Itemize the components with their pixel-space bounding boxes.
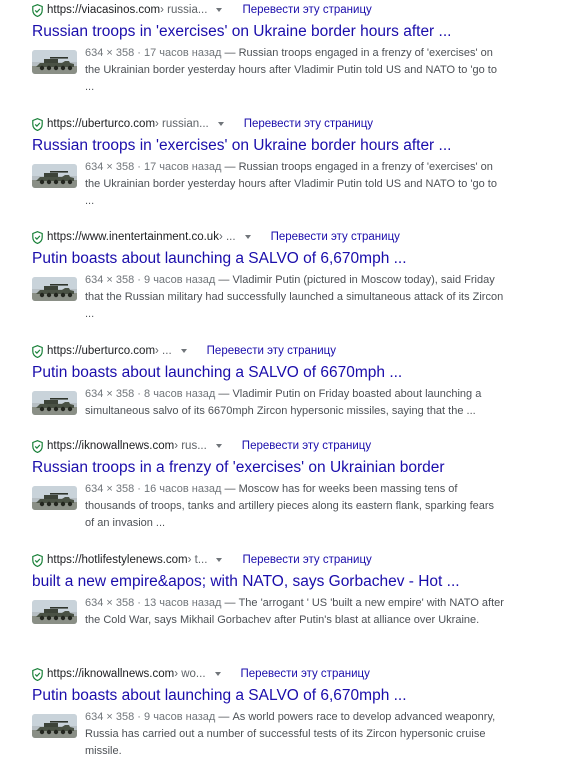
result-thumbnail[interactable] <box>32 486 77 510</box>
result-snippet: 634 × 358 · 9 часов назад — Vladimir Put… <box>85 272 505 323</box>
translate-page-link[interactable]: Перевести эту страницу <box>242 554 371 566</box>
chevron-down-icon[interactable] <box>215 444 222 448</box>
result-meta: 634 × 358 · 17 часов назад <box>85 161 222 173</box>
result-url[interactable]: https://uberturco.com <box>47 118 155 130</box>
result-meta: 634 × 358 · 13 часов назад <box>85 597 222 609</box>
result-thumbnail[interactable] <box>32 600 77 624</box>
result-meta: 634 × 358 · 17 часов назад <box>85 47 222 59</box>
chevron-down-icon[interactable] <box>214 672 221 676</box>
secure-shield-icon <box>32 667 43 681</box>
result-url-row: https://hotlifestylenews.com › t... Пере… <box>32 552 372 568</box>
result-breadcrumb: › ... <box>155 345 172 357</box>
result-thumbnail[interactable] <box>32 277 77 301</box>
result-url[interactable]: https://iknowallnews.com <box>47 668 174 680</box>
chevron-down-icon[interactable] <box>216 8 223 12</box>
result-breadcrumb: › russian... <box>155 118 209 130</box>
result-url[interactable]: https://uberturco.com <box>47 345 155 357</box>
secure-shield-icon <box>32 3 43 17</box>
translate-page-link[interactable]: Перевести эту страницу <box>244 118 373 130</box>
result-url-row: https://iknowallnews.com › wo... Перевес… <box>32 666 370 682</box>
result-title-link[interactable]: Russian troops in 'exercises' on Ukraine… <box>32 22 451 42</box>
translate-page-link[interactable]: Перевести эту страницу <box>207 345 336 357</box>
result-snippet: 634 × 358 · 8 часов назад — Vladimir Put… <box>85 386 505 420</box>
chevron-down-icon[interactable] <box>244 235 251 239</box>
result-url-row: https://uberturco.com › russian... Перев… <box>32 116 373 132</box>
result-url-row: https://uberturco.com › ... Перевести эт… <box>32 343 336 359</box>
result-url[interactable]: https://viacasinos.com <box>47 4 160 16</box>
result-snippet: 634 × 358 · 17 часов назад — Russian tro… <box>85 45 505 96</box>
result-snippet: 634 × 358 · 16 часов назад — Moscow has … <box>85 481 505 532</box>
result-url[interactable]: https://iknowallnews.com <box>47 440 174 452</box>
result-title-link[interactable]: Russian troops in 'exercises' on Ukraine… <box>32 136 451 156</box>
result-snippet: 634 × 358 · 13 часов назад — The 'arroga… <box>85 595 505 629</box>
result-breadcrumb: › ... <box>218 231 236 243</box>
translate-page-link[interactable]: Перевести эту страницу <box>271 231 400 243</box>
result-breadcrumb: › rus... <box>174 440 207 452</box>
result-title-link[interactable]: built a new empire&apos; with NATO, says… <box>32 572 460 592</box>
chevron-down-icon[interactable] <box>216 558 223 562</box>
result-breadcrumb: › wo... <box>174 668 206 680</box>
result-meta: 634 × 358 · 16 часов назад <box>85 483 222 495</box>
translate-page-link[interactable]: Перевести эту страницу <box>242 440 371 452</box>
result-title-link[interactable]: Russian troops in a frenzy of 'exercises… <box>32 458 445 478</box>
result-url-row: https://www.inentertainment.co.uk › ... … <box>32 229 400 245</box>
chevron-down-icon[interactable] <box>180 349 187 353</box>
translate-page-link[interactable]: Перевести эту страницу <box>242 4 371 16</box>
result-snippet: 634 × 358 · 9 часов назад — As world pow… <box>85 709 505 760</box>
result-meta: 634 × 358 · 9 часов назад <box>85 711 216 723</box>
result-breadcrumb: › russia... <box>160 4 208 16</box>
result-meta: 634 × 358 · 9 часов назад <box>85 274 216 286</box>
result-title-link[interactable]: Putin boasts about launching a SALVO of … <box>32 686 407 706</box>
secure-shield-icon <box>32 344 43 358</box>
secure-shield-icon <box>32 230 43 244</box>
result-snippet: 634 × 358 · 17 часов назад — Russian tro… <box>85 159 505 210</box>
result-url[interactable]: https://hotlifestylenews.com <box>47 554 188 566</box>
result-title-link[interactable]: Putin boasts about launching a SALVO of … <box>32 249 407 269</box>
secure-shield-icon <box>32 439 43 453</box>
result-thumbnail[interactable] <box>32 391 77 415</box>
result-url[interactable]: https://www.inentertainment.co.uk <box>47 231 219 243</box>
secure-shield-icon <box>32 117 43 131</box>
result-thumbnail[interactable] <box>32 164 77 188</box>
result-url-row: https://viacasinos.com › russia... Перев… <box>32 2 372 18</box>
result-title-link[interactable]: Putin boasts about launching a SALVO of … <box>32 363 402 383</box>
result-thumbnail[interactable] <box>32 714 77 738</box>
translate-page-link[interactable]: Перевести эту страницу <box>241 668 370 680</box>
result-thumbnail[interactable] <box>32 50 77 74</box>
secure-shield-icon <box>32 553 43 567</box>
result-meta: 634 × 358 · 8 часов назад <box>85 388 216 400</box>
chevron-down-icon[interactable] <box>217 122 224 126</box>
result-url-row: https://iknowallnews.com › rus... Переве… <box>32 438 371 454</box>
result-breadcrumb: › t... <box>187 554 208 566</box>
